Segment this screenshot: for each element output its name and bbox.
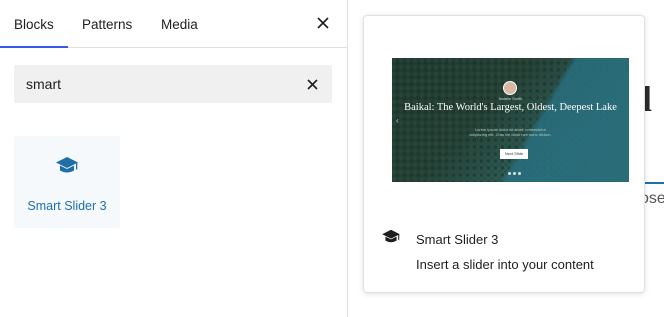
close-icon: [317, 17, 329, 29]
search-input[interactable]: [14, 65, 294, 103]
lake-water: [392, 58, 629, 182]
inserter-tabs: Blocks Patterns Media: [0, 0, 347, 48]
tab-media[interactable]: Media: [161, 0, 198, 47]
preview-block-description: Insert a slider into your content: [416, 257, 594, 272]
block-result-smart-slider[interactable]: Smart Slider 3: [14, 136, 120, 228]
slide-button: Next Slide: [500, 149, 528, 159]
block-preview-popover: ‹ Natalie Smith Baikal: The World's Larg…: [363, 15, 645, 293]
slide-author: Natalie Smith: [498, 96, 523, 101]
slide-dots: [508, 172, 521, 175]
close-icon: [306, 78, 318, 90]
block-result-label: Smart Slider 3: [27, 199, 107, 213]
clear-search-button[interactable]: [302, 74, 322, 94]
tab-blocks[interactable]: Blocks: [0, 0, 68, 48]
close-inserter-button[interactable]: [311, 11, 335, 35]
slider-preview-image: ‹ Natalie Smith Baikal: The World's Larg…: [392, 58, 629, 182]
avatar: [503, 81, 517, 95]
tab-patterns[interactable]: Patterns: [82, 0, 132, 47]
block-inserter-panel: Blocks Patterns Media Smart Slider 3: [0, 0, 348, 317]
graduation-cap-icon: [382, 229, 400, 243]
slide-title: Baikal: The World's Largest, Oldest, Dee…: [404, 102, 617, 113]
preview-block-name: Smart Slider 3: [416, 232, 499, 247]
graduation-cap-icon: [56, 157, 78, 173]
block-search: [14, 65, 332, 103]
slide-description: Lorem ipsum dolor sit amet, consectetur …: [469, 127, 552, 137]
slide-prev-arrow: ‹: [396, 116, 399, 125]
